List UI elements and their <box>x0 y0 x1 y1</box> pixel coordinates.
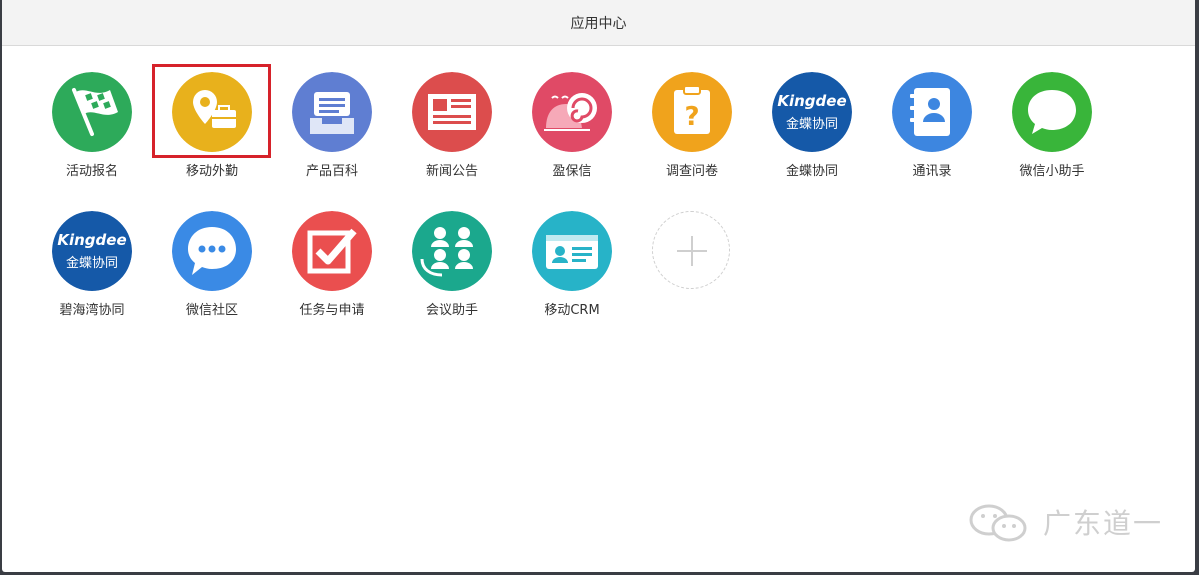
add-app-button[interactable] <box>652 211 730 289</box>
app-label: 移动外勤 <box>185 164 238 179</box>
app-activity-signup[interactable]: 活动报名 <box>32 72 152 192</box>
svg-text:?: ? <box>684 102 699 132</box>
app-meeting-assistant[interactable]: 会议助手 <box>392 211 512 331</box>
app-yingbaoxin[interactable]: 盈保信 <box>512 72 632 192</box>
archive-tray-icon <box>292 72 372 152</box>
watermark: 广东道一 <box>965 502 1163 542</box>
app-news[interactable]: 新闻公告 <box>392 72 512 192</box>
id-card-icon <box>532 211 612 291</box>
app-center-window: 应用中心 活动报名 移动外勤 产品百科 新闻公告 盈保信 ? 调查问卷 King… <box>2 0 1195 572</box>
app-label: 会议助手 <box>425 303 478 318</box>
app-label: 新闻公告 <box>425 164 478 179</box>
app-label: 活动报名 <box>65 164 118 179</box>
location-briefcase-icon <box>172 72 252 152</box>
app-label: 调查问卷 <box>665 164 718 179</box>
app-label: 微信社区 <box>185 303 238 318</box>
checkbox-icon <box>292 211 372 291</box>
wechat-icon <box>969 504 1027 542</box>
app-mobile-crm[interactable]: 移动CRM <box>512 211 632 331</box>
app-label: 产品百科 <box>305 164 358 179</box>
app-mobile-field[interactable]: 移动外勤 <box>152 72 272 192</box>
app-tasks-requests[interactable]: 任务与申请 <box>272 211 392 331</box>
kingdee-logo-icon: Kingdee 金蝶协同 <box>52 211 132 291</box>
speech-dots-icon <box>172 211 252 291</box>
meeting-people-icon <box>412 211 492 291</box>
watermark-text: 广东道一 <box>1042 507 1163 540</box>
svg-text:金蝶协同: 金蝶协同 <box>66 255 118 271</box>
app-label: 微信小助手 <box>1019 164 1085 179</box>
app-kingdee-collab[interactable]: Kingdee 金蝶协同 金蝶协同 <box>752 72 872 192</box>
app-label: 任务与申请 <box>299 303 365 318</box>
flag-icon <box>52 72 132 152</box>
newspaper-icon <box>412 72 492 152</box>
svg-text:金蝶协同: 金蝶协同 <box>786 116 838 132</box>
app-label: 金蝶协同 <box>785 164 838 179</box>
app-survey[interactable]: ? 调查问卷 <box>632 72 752 192</box>
snail-mascot-icon <box>532 72 612 152</box>
app-label: 移动CRM <box>544 303 600 318</box>
clipboard-question-icon: ? <box>652 72 732 152</box>
contacts-book-icon <box>892 72 972 152</box>
app-wechat-assistant[interactable]: 微信小助手 <box>992 72 1112 192</box>
svg-text:Kingdee: Kingdee <box>777 92 846 110</box>
app-bihaiwan-collab[interactable]: Kingdee 金蝶协同 碧海湾协同 <box>32 211 152 331</box>
chat-bubble-icon <box>1012 72 1092 152</box>
svg-text:Kingdee: Kingdee <box>57 231 126 249</box>
app-label: 通讯录 <box>912 164 952 179</box>
app-label: 碧海湾协同 <box>59 303 125 318</box>
app-label: 盈保信 <box>552 164 592 179</box>
app-product-wiki[interactable]: 产品百科 <box>272 72 392 192</box>
kingdee-logo-icon: Kingdee 金蝶协同 <box>772 72 852 152</box>
app-wechat-community[interactable]: 微信社区 <box>152 211 272 331</box>
app-grid: 活动报名 移动外勤 产品百科 新闻公告 盈保信 ? 调查问卷 Kingdee 金… <box>2 0 1195 572</box>
app-contacts[interactable]: 通讯录 <box>872 72 992 192</box>
